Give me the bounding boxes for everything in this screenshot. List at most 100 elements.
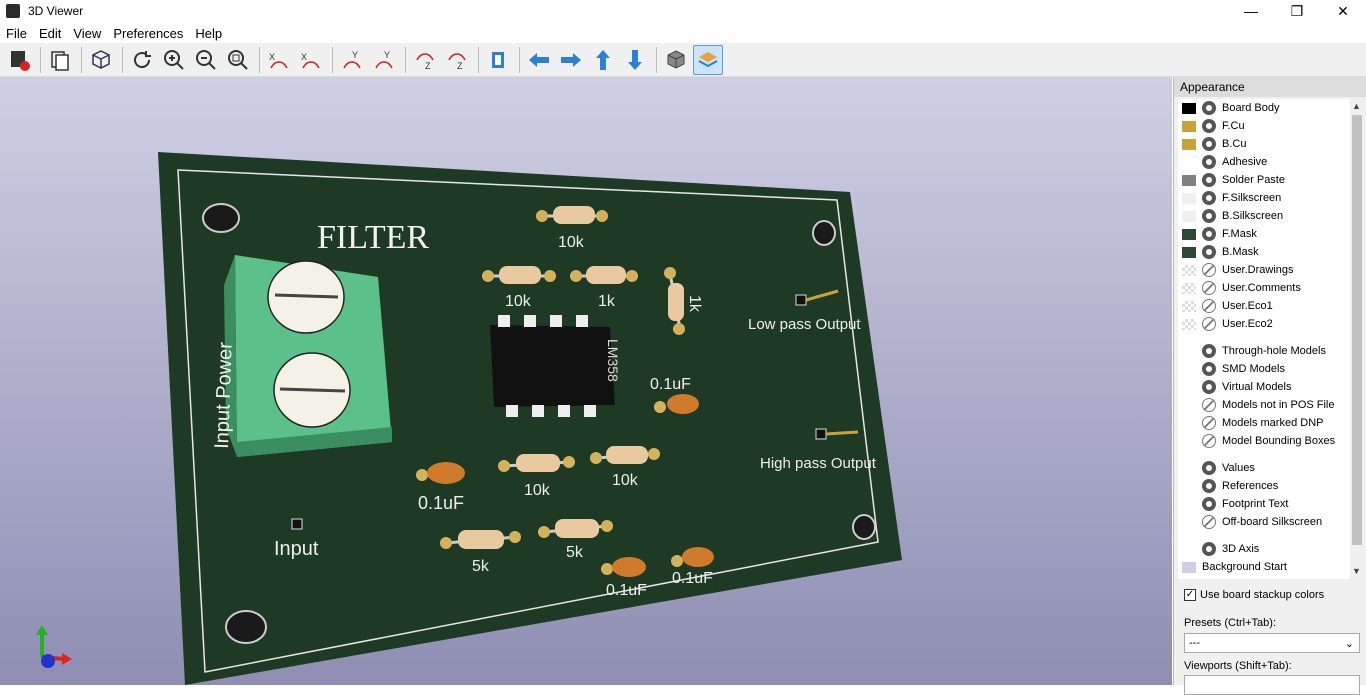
- layer-row[interactable]: User.Eco2: [1178, 315, 1350, 333]
- zoom-fit-icon[interactable]: [223, 45, 253, 75]
- layer-row[interactable]: Off-board Silkscreen: [1178, 513, 1350, 531]
- layer-row[interactable]: Model Bounding Boxes: [1178, 432, 1350, 450]
- rotate-x-cw-icon[interactable]: X: [264, 45, 294, 75]
- refresh-icon[interactable]: [127, 45, 157, 75]
- color-swatch[interactable]: [1182, 264, 1196, 276]
- close-button[interactable]: ✕: [1320, 0, 1366, 22]
- color-swatch[interactable]: [1182, 138, 1196, 150]
- rotate-y-cw-icon[interactable]: Y: [337, 45, 367, 75]
- eye-hidden-icon[interactable]: [1202, 515, 1216, 529]
- eye-icon[interactable]: [1202, 173, 1216, 187]
- layer-row[interactable]: Background Start: [1178, 558, 1350, 576]
- eye-icon[interactable]: [1202, 119, 1216, 133]
- layer-list-scrollbar[interactable]: ▲ ▼: [1350, 99, 1364, 579]
- pan-down-icon[interactable]: [620, 45, 650, 75]
- eye-hidden-icon[interactable]: [1202, 416, 1216, 430]
- eye-hidden-icon[interactable]: [1202, 263, 1216, 277]
- color-swatch[interactable]: [1182, 282, 1196, 294]
- color-swatch[interactable]: [1182, 463, 1196, 474]
- color-swatch[interactable]: [1182, 192, 1196, 204]
- eye-hidden-icon[interactable]: [1202, 398, 1216, 412]
- layer-row[interactable]: F.Silkscreen: [1178, 189, 1350, 207]
- pcb-render[interactable]: FILTER Input Power LM358 10k 10k 1k 1k 1…: [0, 77, 1172, 685]
- rotate-y-ccw-icon[interactable]: Y: [369, 45, 399, 75]
- menu-help[interactable]: Help: [189, 26, 228, 41]
- export-image-icon[interactable]: [4, 45, 34, 75]
- color-swatch[interactable]: [1182, 174, 1196, 186]
- layer-row[interactable]: Through-hole Models: [1178, 342, 1350, 360]
- maximize-button[interactable]: ❐: [1274, 0, 1320, 22]
- eye-icon[interactable]: [1202, 461, 1216, 475]
- minimize-button[interactable]: —: [1228, 0, 1274, 22]
- layer-row[interactable]: F.Cu: [1178, 117, 1350, 135]
- orthographic-icon[interactable]: [661, 45, 691, 75]
- layer-row[interactable]: Solder Paste: [1178, 171, 1350, 189]
- color-swatch[interactable]: [1182, 364, 1196, 375]
- viewports-select[interactable]: [1184, 675, 1360, 695]
- layer-row[interactable]: Models not in POS File: [1178, 396, 1350, 414]
- color-swatch[interactable]: [1182, 120, 1196, 132]
- eye-icon[interactable]: [1202, 137, 1216, 151]
- layer-row[interactable]: User.Comments: [1178, 279, 1350, 297]
- eye-icon[interactable]: [1202, 497, 1216, 511]
- color-swatch[interactable]: [1182, 436, 1196, 447]
- appearance-panel-icon[interactable]: [693, 44, 723, 75]
- rotate-z-ccw-icon[interactable]: Z: [442, 45, 472, 75]
- layer-row[interactable]: Footprint Text: [1178, 495, 1350, 513]
- eye-icon[interactable]: [1202, 101, 1216, 115]
- color-swatch[interactable]: [1182, 210, 1196, 222]
- pan-left-icon[interactable]: [524, 45, 554, 75]
- zoom-in-icon[interactable]: [159, 45, 189, 75]
- eye-hidden-icon[interactable]: [1202, 281, 1216, 295]
- flip-board-icon[interactable]: [483, 45, 513, 75]
- color-swatch[interactable]: [1182, 499, 1196, 510]
- layer-row[interactable]: User.Drawings: [1178, 261, 1350, 279]
- layer-row[interactable]: Background End: [1178, 576, 1350, 579]
- eye-icon[interactable]: [1202, 380, 1216, 394]
- layer-row[interactable]: 3D Axis: [1178, 540, 1350, 558]
- eye-hidden-icon[interactable]: [1202, 299, 1216, 313]
- color-swatch[interactable]: [1182, 382, 1196, 393]
- layer-row[interactable]: Board Body: [1178, 99, 1350, 117]
- color-swatch[interactable]: [1182, 517, 1196, 528]
- layer-row[interactable]: F.Mask: [1178, 225, 1350, 243]
- color-swatch[interactable]: [1182, 102, 1196, 114]
- color-swatch[interactable]: [1182, 418, 1196, 429]
- eye-icon[interactable]: [1202, 362, 1216, 376]
- layer-row[interactable]: User.Eco1: [1178, 297, 1350, 315]
- eye-icon[interactable]: [1202, 542, 1216, 556]
- render-mode-icon[interactable]: [86, 45, 116, 75]
- color-swatch[interactable]: [1182, 246, 1196, 258]
- menu-edit[interactable]: Edit: [33, 26, 67, 41]
- menu-preferences[interactable]: Preferences: [107, 26, 189, 41]
- color-swatch[interactable]: [1182, 228, 1196, 240]
- eye-hidden-icon[interactable]: [1202, 434, 1216, 448]
- color-swatch[interactable]: [1182, 346, 1196, 357]
- use-stackup-checkbox[interactable]: ✓ Use board stackup colors: [1184, 589, 1324, 601]
- rotate-z-cw-icon[interactable]: Z: [410, 45, 440, 75]
- checkbox-box[interactable]: ✓: [1184, 589, 1196, 601]
- eye-icon[interactable]: [1202, 344, 1216, 358]
- zoom-out-icon[interactable]: [191, 45, 221, 75]
- eye-icon[interactable]: [1202, 191, 1216, 205]
- color-swatch[interactable]: [1182, 481, 1196, 492]
- eye-hidden-icon[interactable]: [1202, 317, 1216, 331]
- menu-view[interactable]: View: [67, 26, 107, 41]
- color-swatch[interactable]: [1182, 157, 1196, 168]
- layer-row[interactable]: References: [1178, 477, 1350, 495]
- layer-row[interactable]: Models marked DNP: [1178, 414, 1350, 432]
- color-swatch[interactable]: [1182, 400, 1196, 411]
- layer-row[interactable]: Values: [1178, 459, 1350, 477]
- pan-up-icon[interactable]: [588, 45, 618, 75]
- eye-icon[interactable]: [1202, 209, 1216, 223]
- eye-icon[interactable]: [1202, 479, 1216, 493]
- copy-icon[interactable]: [45, 45, 75, 75]
- menu-file[interactable]: File: [0, 26, 33, 41]
- color-swatch[interactable]: [1182, 300, 1196, 312]
- color-swatch[interactable]: [1182, 561, 1196, 573]
- color-swatch[interactable]: [1182, 544, 1196, 555]
- layer-row[interactable]: B.Cu: [1178, 135, 1350, 153]
- 3d-viewport[interactable]: FILTER Input Power LM358 10k 10k 1k 1k 1…: [0, 77, 1172, 685]
- layer-list[interactable]: Board Body F.Cu B.Cu Adhesive Solder Paste F.…: [1178, 99, 1350, 579]
- color-swatch[interactable]: [1182, 318, 1196, 330]
